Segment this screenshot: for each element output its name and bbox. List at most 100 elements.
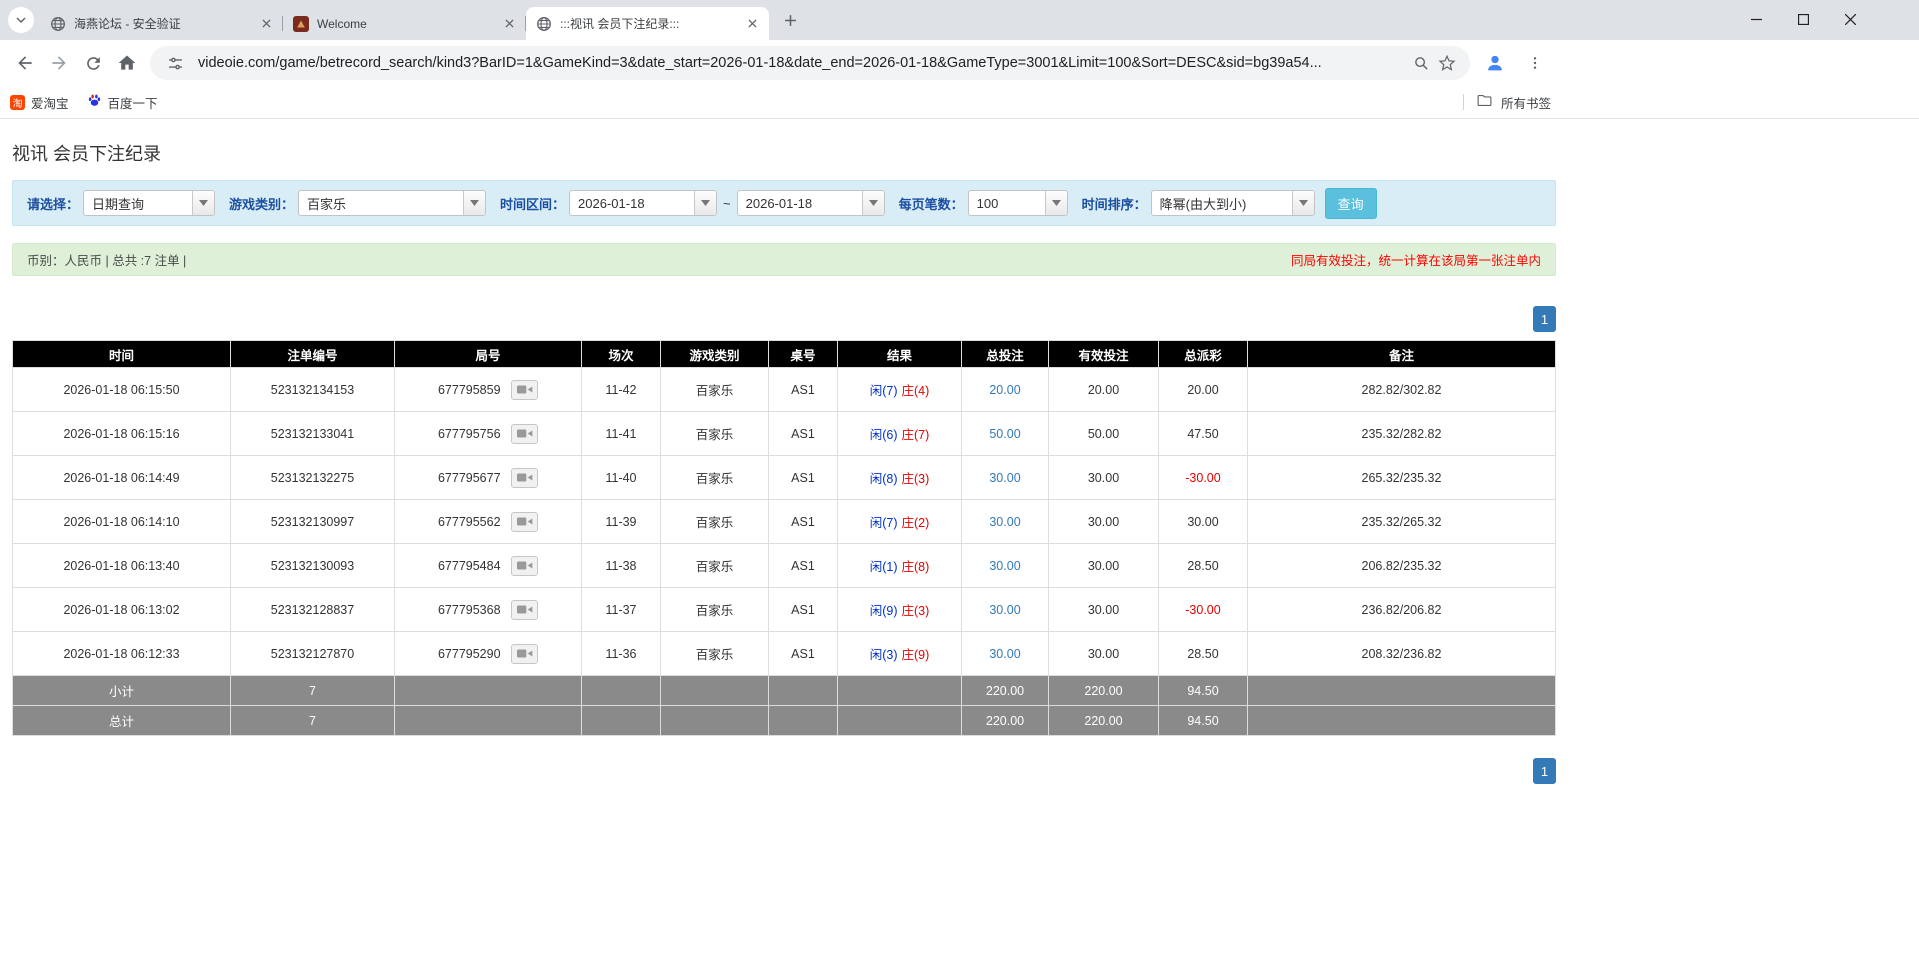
cell-payout: 30.00	[1159, 500, 1248, 544]
cell-time: 2026-01-18 06:13:02	[13, 588, 231, 632]
notice-text: 同局有效投注，统一计算在该局第一张注单内	[1291, 250, 1541, 269]
total-count: 7	[231, 706, 395, 736]
tab-title: 海燕论坛 - 安全验证	[74, 15, 252, 32]
tab-search-chevron-icon[interactable]	[8, 7, 34, 33]
bookmark-baidu[interactable]: 百度一下	[87, 93, 158, 112]
query-type-select[interactable]: 日期查询	[83, 190, 215, 216]
chevron-down-icon[interactable]	[192, 191, 214, 215]
column-header-4: 游戏类别	[661, 341, 769, 368]
cell-session: 11-36	[582, 632, 661, 676]
cell-total-bet[interactable]: 20.00	[962, 368, 1049, 412]
video-replay-button[interactable]	[511, 468, 538, 488]
cell-game-type: 百家乐	[661, 412, 769, 456]
tab-close-icon[interactable]	[744, 15, 761, 32]
video-replay-button[interactable]	[511, 644, 538, 664]
video-replay-button[interactable]	[511, 424, 538, 444]
cell-round: 677795368	[395, 588, 582, 632]
cell-table-no: AS1	[769, 544, 838, 588]
result-banker: 庄(9)	[902, 648, 930, 662]
search-button[interactable]: 查询	[1325, 188, 1377, 219]
globe-favicon-icon	[536, 16, 552, 32]
column-header-7: 总投注	[962, 341, 1049, 368]
per-page-label: 每页笔数：	[899, 194, 964, 213]
bookmark-star-icon[interactable]	[1434, 50, 1460, 76]
table-row: 2026-01-18 06:12:33 523132127870 6777952…	[13, 632, 1556, 676]
menu-dots-icon[interactable]	[1518, 46, 1552, 80]
result-player: 闲(1)	[870, 560, 898, 574]
total-valid-bet: 220.00	[1049, 706, 1159, 736]
all-bookmarks[interactable]: 所有书签	[1463, 92, 1551, 112]
cell-valid-bet: 30.00	[1049, 544, 1159, 588]
back-icon[interactable]	[8, 46, 42, 80]
column-header-3: 场次	[582, 341, 661, 368]
cell-game-type: 百家乐	[661, 456, 769, 500]
video-replay-button[interactable]	[511, 512, 538, 532]
cell-result: 闲(3)庄(9)	[838, 632, 962, 676]
maximize-icon[interactable]	[1780, 0, 1827, 38]
total-total-bet: 220.00	[962, 706, 1049, 736]
date-separator: ~	[723, 196, 731, 211]
site-settings-icon[interactable]	[162, 50, 188, 76]
url-bar[interactable]: videoie.com/game/betrecord_search/kind3?…	[150, 46, 1470, 80]
chevron-down-icon[interactable]	[1045, 191, 1067, 215]
home-icon[interactable]	[110, 46, 144, 80]
cell-valid-bet: 20.00	[1049, 368, 1159, 412]
chevron-down-icon[interactable]	[694, 191, 716, 215]
empty-cell	[395, 676, 582, 706]
game-type-select[interactable]: 百家乐	[298, 190, 486, 216]
video-replay-button[interactable]	[511, 600, 538, 620]
page-1-button[interactable]: 1	[1533, 306, 1556, 332]
subtotal-valid-bet: 220.00	[1049, 676, 1159, 706]
browser-tab-2[interactable]: Welcome	[283, 7, 526, 40]
cell-result: 闲(6)庄(7)	[838, 412, 962, 456]
chevron-down-icon[interactable]	[862, 191, 884, 215]
close-icon[interactable]	[1827, 0, 1874, 38]
column-header-9: 总派彩	[1159, 341, 1248, 368]
date-end-input[interactable]: 2026-01-18	[737, 190, 885, 216]
new-tab-icon[interactable]	[777, 7, 803, 33]
bookmark-taobao[interactable]: 淘 爱淘宝	[10, 93, 69, 112]
cell-valid-bet: 30.00	[1049, 500, 1159, 544]
chevron-down-icon[interactable]	[1292, 191, 1314, 215]
url-text[interactable]: videoie.com/game/betrecord_search/kind3?…	[198, 55, 1408, 71]
bookmarks-bar: 淘 爱淘宝 百度一下 所有书签	[0, 86, 1919, 119]
cell-total-bet[interactable]: 30.00	[962, 456, 1049, 500]
video-replay-button[interactable]	[511, 556, 538, 576]
table-row: 2026-01-18 06:15:50 523132134153 6777958…	[13, 368, 1556, 412]
cell-valid-bet: 30.00	[1049, 588, 1159, 632]
browser-tab-active[interactable]: :::视讯 会员下注纪录:::	[526, 7, 769, 40]
result-banker: 庄(3)	[902, 472, 930, 486]
subtotal-count: 7	[231, 676, 395, 706]
chevron-down-icon[interactable]	[463, 191, 485, 215]
divider	[1463, 94, 1464, 110]
bookmark-label: 百度一下	[108, 93, 158, 112]
empty-cell	[661, 706, 769, 736]
tab-close-icon[interactable]	[501, 15, 518, 32]
tab-close-icon[interactable]	[258, 15, 275, 32]
sort-order-value: 降幂(由大到小)	[1152, 191, 1292, 215]
video-replay-button[interactable]	[511, 380, 538, 400]
cell-total-bet[interactable]: 30.00	[962, 500, 1049, 544]
per-page-value: 100	[969, 191, 1045, 215]
date-start-input[interactable]: 2026-01-18	[569, 190, 717, 216]
cell-game-type: 百家乐	[661, 632, 769, 676]
page-content: 视讯 会员下注纪录 请选择： 日期查询 游戏类别： 百家乐 时间区间： 2026…	[0, 140, 1568, 784]
cell-total-bet[interactable]: 50.00	[962, 412, 1049, 456]
browser-tab-1[interactable]: 海燕论坛 - 安全验证	[40, 7, 283, 40]
profile-avatar-icon[interactable]	[1478, 46, 1512, 80]
column-header-5: 桌号	[769, 341, 838, 368]
sort-order-select[interactable]: 降幂(由大到小)	[1151, 190, 1315, 216]
page-1-button[interactable]: 1	[1533, 758, 1556, 784]
forward-icon[interactable]	[42, 46, 76, 80]
per-page-select[interactable]: 100	[968, 190, 1068, 216]
cell-bet-id: 523132130997	[231, 500, 395, 544]
cell-total-bet[interactable]: 30.00	[962, 544, 1049, 588]
cell-total-bet[interactable]: 30.00	[962, 632, 1049, 676]
zoom-icon[interactable]	[1408, 50, 1434, 76]
round-number: 677795562	[438, 515, 501, 529]
cell-round: 677795562	[395, 500, 582, 544]
minimize-icon[interactable]	[1733, 0, 1780, 38]
reload-icon[interactable]	[76, 46, 110, 80]
cell-total-bet[interactable]: 30.00	[962, 588, 1049, 632]
cell-note: 208.32/236.82	[1248, 632, 1556, 676]
